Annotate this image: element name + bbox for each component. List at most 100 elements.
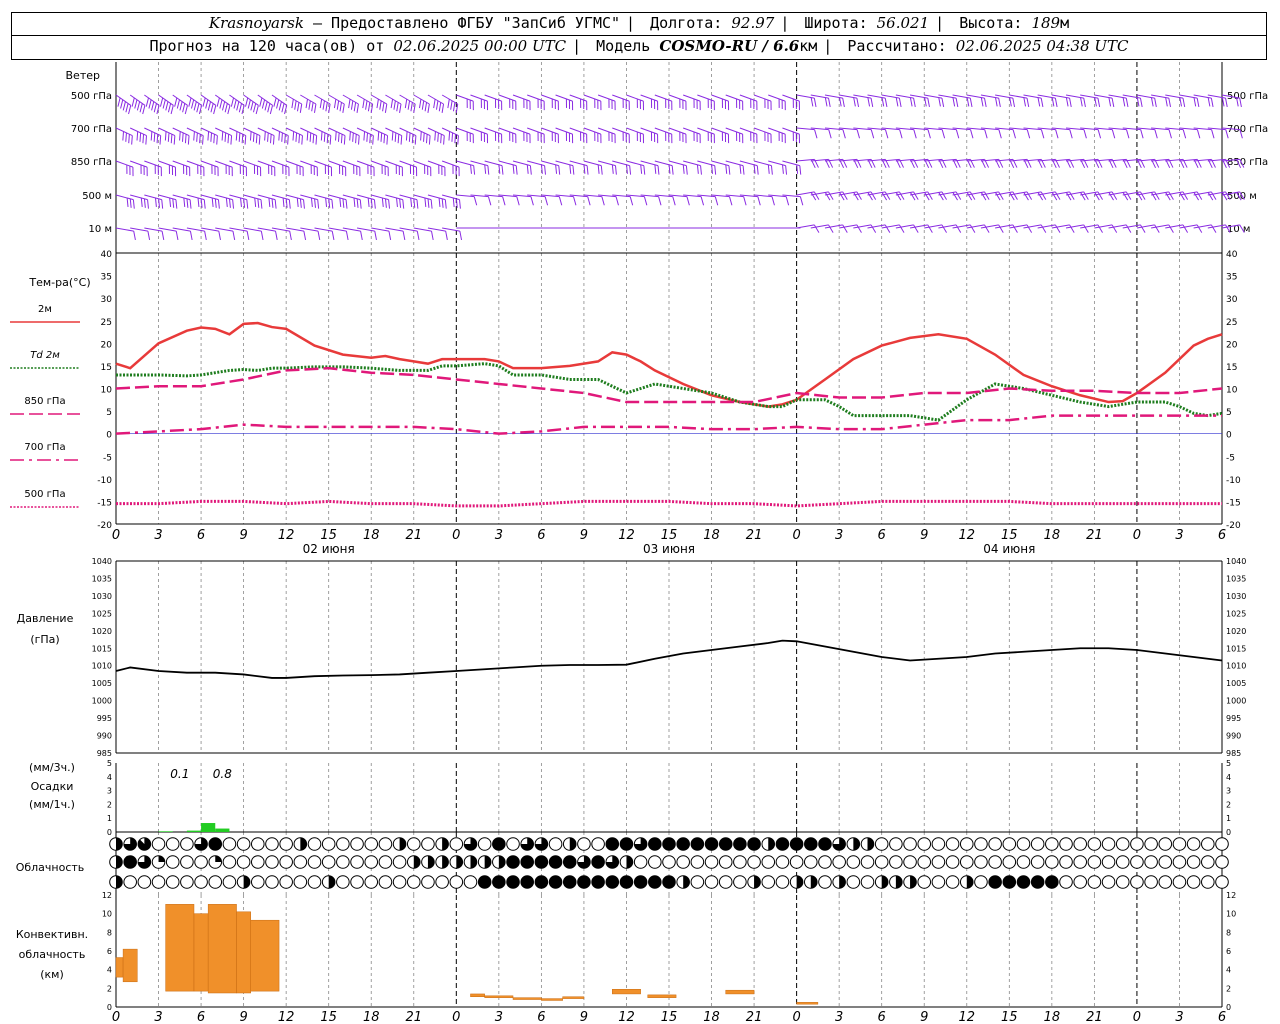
pressure-ytick-right: 1010 <box>1226 662 1246 671</box>
wind-title: Ветер <box>66 69 100 82</box>
wind-barb-shaft <box>427 94 444 105</box>
wind-barb-feather <box>161 199 164 209</box>
wind-barb-feather <box>526 164 529 174</box>
cloud-cover-symbol <box>236 837 251 851</box>
wind-barb-feather <box>379 100 382 110</box>
wind-barb-feather <box>179 101 183 111</box>
wind-barb <box>158 94 174 115</box>
cloud-cover-symbol <box>974 875 988 889</box>
wind-barb-feather <box>512 164 515 174</box>
wind-barb-feather <box>1125 224 1132 233</box>
cloud-cover-fill <box>620 875 633 889</box>
wind-barb-feather <box>1083 98 1086 108</box>
wind-barb-feather <box>205 99 209 109</box>
wind-barb <box>895 94 916 108</box>
cloud-cover-fill <box>853 837 860 851</box>
wind-barb-feather <box>267 103 271 113</box>
temp-ytick-right: 20 <box>1226 340 1238 350</box>
precip-title: Осадки <box>31 780 74 793</box>
wind-barb-feather <box>365 100 368 110</box>
wind-barb-feather <box>587 196 591 206</box>
cloud-cover-circle <box>676 855 690 869</box>
wind-barb <box>399 194 419 209</box>
wind-barb-feather <box>529 165 532 175</box>
wind-barb-feather <box>1182 129 1187 139</box>
conv-title-2: облачность <box>19 948 86 961</box>
wind-barb-feather <box>452 197 455 207</box>
wind-barb-feather <box>1139 98 1143 108</box>
wind-barb-feather <box>249 131 252 141</box>
wind-barb-feather <box>1009 97 1012 107</box>
wind-barb-feather <box>314 198 316 208</box>
cloud-cover-symbol <box>1002 875 1017 889</box>
hour-tick-label-bottom: 18 <box>703 1010 720 1024</box>
cloud-cover-symbol <box>945 875 960 889</box>
pressure-ytick-left: 1015 <box>92 644 112 653</box>
cloud-cover-fill <box>506 855 520 869</box>
wind-barb <box>995 191 1018 201</box>
cloud-cover-symbol <box>1115 855 1130 869</box>
wind-barb-feather <box>221 101 226 111</box>
cloud-cover-circle <box>1186 875 1201 889</box>
hour-tick-label: 0 <box>792 528 800 543</box>
wind-barb-feather <box>216 135 218 145</box>
cloud-cover-symbol <box>860 875 875 889</box>
convective-cloud-bar <box>165 904 195 992</box>
wind-barb <box>484 160 504 175</box>
wind-barb <box>527 160 546 175</box>
cloud-cover-symbol <box>449 855 464 869</box>
wind-barb <box>413 194 433 209</box>
wind-barb-feather <box>1182 224 1189 233</box>
cloud-cover-circle <box>832 855 846 869</box>
cloud-cover-symbol <box>194 855 208 869</box>
wind-barb-feather <box>867 97 871 107</box>
wind-barb-feather <box>686 196 690 206</box>
wind-barb-feather <box>423 132 425 142</box>
wind-barb <box>356 227 377 241</box>
wind-barb-feather <box>322 100 325 110</box>
wind-barb-feather <box>895 97 899 107</box>
wind-barb <box>1080 191 1103 201</box>
wind-barb-feather <box>785 196 790 206</box>
wind-barb <box>824 224 848 233</box>
cloud-cover-symbol <box>548 855 563 869</box>
cloud-cover-circle <box>1073 855 1088 869</box>
wind-barb <box>271 227 292 241</box>
wind-barb-shaft <box>441 194 460 201</box>
wind-barb-shaft <box>300 127 317 137</box>
wind-barb-feather <box>1097 129 1102 139</box>
pressure-ytick-right: 1020 <box>1226 627 1246 636</box>
wind-barb <box>725 160 745 175</box>
cloud-cover-symbol <box>378 875 393 889</box>
wind-barb-shaft <box>285 94 302 105</box>
cloud-cover-circle <box>974 855 988 869</box>
wind-barb-feather <box>153 132 156 142</box>
cloud-cover-circle <box>1201 837 1215 851</box>
wind-barb-feather <box>629 196 634 206</box>
wind-barb-feather <box>643 165 646 175</box>
wind-barb-feather <box>555 164 558 174</box>
wind-barb <box>1023 224 1047 233</box>
cloud-cover-symbol <box>874 855 889 869</box>
wind-barb-feather <box>445 231 448 241</box>
cloud-cover-symbol <box>279 855 293 869</box>
wind-barb-feather <box>250 101 254 111</box>
wind-barb-feather <box>927 224 933 233</box>
convective-cloud-bar <box>193 913 209 992</box>
cloud-cover-fill <box>626 855 633 869</box>
precip-bar <box>186 830 202 832</box>
wind-barb-feather <box>438 197 441 207</box>
convective-cloud-bar <box>250 919 280 992</box>
hour-tick-label: 3 <box>154 528 162 543</box>
cloud-cover-symbol <box>321 875 336 889</box>
wind-barb-feather <box>207 101 211 111</box>
wind-barb <box>200 194 220 209</box>
wind-barb-shaft <box>597 94 616 102</box>
cloud-cover-circle <box>704 855 719 869</box>
wind-barb-feather <box>386 135 389 145</box>
wind-barb-feather <box>1037 97 1041 107</box>
wind-barb-feather <box>1211 129 1215 139</box>
wind-barb-feather <box>355 134 357 144</box>
wind-barb-feather <box>189 231 193 241</box>
wind-barb-feather <box>870 98 874 108</box>
